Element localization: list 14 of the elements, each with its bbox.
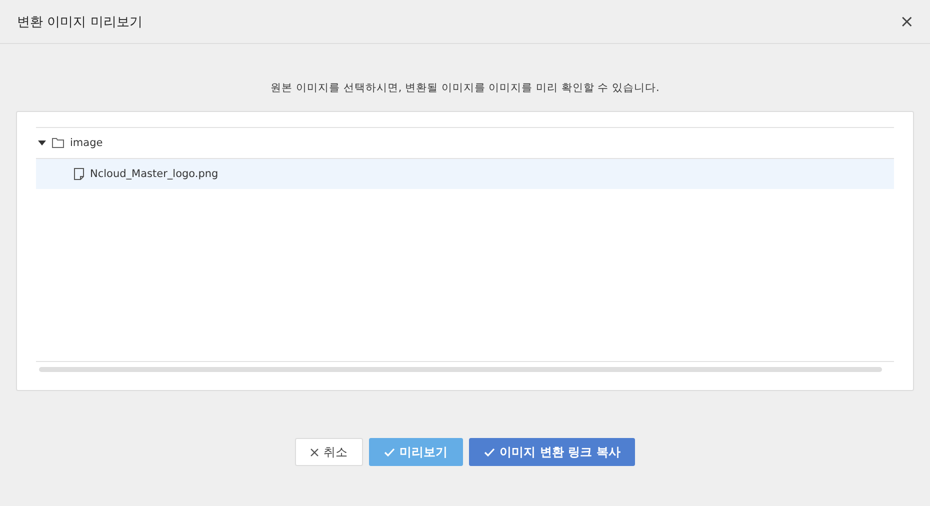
- tree-row[interactable]: Ncloud_Master_logo.png: [36, 159, 894, 189]
- folder-name: image: [70, 137, 103, 149]
- instruction-text: 원본 이미지를 선택하시면, 변환될 이미지를 이미지를 미리 확인할 수 있습니다.: [270, 81, 660, 95]
- check-icon: [384, 448, 395, 456]
- close-icon: [310, 448, 319, 456]
- dialog-title: 변환 이미지 미리보기: [17, 14, 142, 30]
- cancel-button[interactable]: 취소: [294, 438, 363, 466]
- file-name: Ncloud_Master_logo.png: [90, 168, 218, 180]
- copy-link-button[interactable]: 이미지 변환 링크 복사: [468, 438, 636, 466]
- close-button[interactable]: ×: [898, 12, 916, 32]
- file-icon: [74, 168, 84, 180]
- check-icon: [484, 448, 495, 456]
- folder-icon: [52, 138, 64, 148]
- caret-icon[interactable]: [38, 139, 46, 147]
